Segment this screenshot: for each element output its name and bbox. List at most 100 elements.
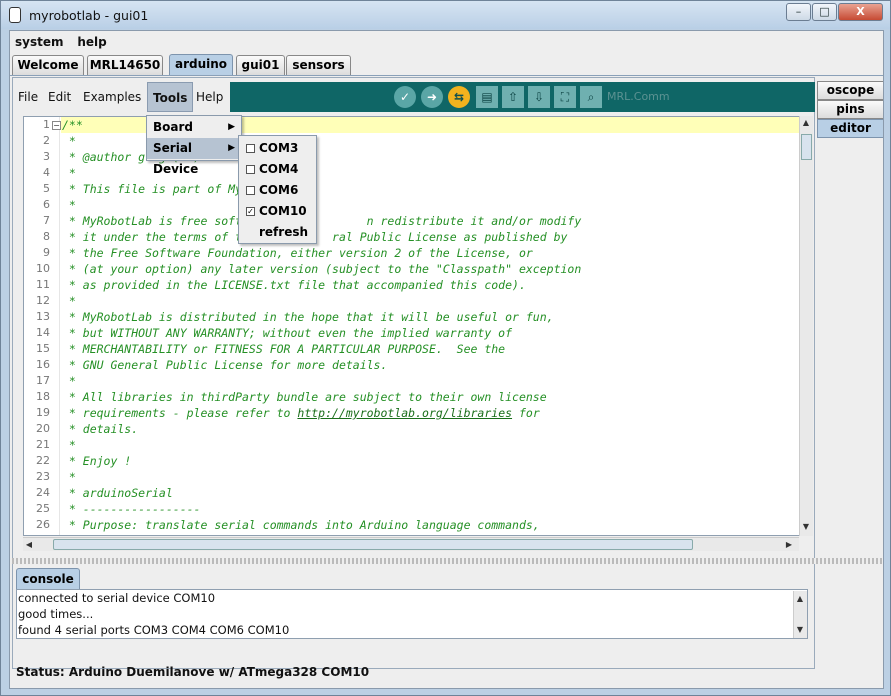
code-text: * MERCHANTABILITY or FITNESS FOR A PARTI…	[62, 342, 506, 356]
main-content: system help Welcome MRL14650 arduino gui…	[9, 30, 884, 689]
connect-icon[interactable]: ⇆	[448, 86, 470, 108]
console-line: found 4 serial ports COM3 COM4 COM6 COM1…	[18, 623, 290, 637]
line-number: 16	[36, 358, 50, 371]
code-line: 6 *	[24, 197, 794, 213]
menu-system[interactable]: system	[10, 31, 69, 49]
menu-item-refresh[interactable]: refresh	[239, 222, 316, 243]
title-bar[interactable]: myrobotlab - gui01 – □ X	[1, 1, 890, 29]
editor-horizontal-scrollbar[interactable]: ◀ ▶	[23, 537, 799, 551]
code-text: * All libraries in thirdParty bundle are…	[62, 390, 547, 404]
upload-arrow-icon[interactable]: ➜	[421, 86, 443, 108]
tab-oscope[interactable]: oscope	[817, 81, 883, 100]
serial-monitor-icon[interactable]: ⌕	[580, 86, 602, 108]
code-text: * arduinoSerial	[62, 486, 173, 500]
menu-item-com6[interactable]: COM6	[239, 180, 316, 201]
code-text: *	[62, 294, 76, 308]
line-number: 10	[36, 262, 50, 275]
code-text: * MyRobotLab is distributed in the hope …	[62, 310, 554, 324]
minimize-button[interactable]: –	[786, 3, 811, 21]
tab-pins[interactable]: pins	[817, 100, 883, 119]
line-number: 6	[43, 198, 50, 211]
console-scrollbar[interactable]: ▲ ▼	[793, 591, 807, 638]
menu-help[interactable]: help	[72, 31, 111, 49]
toolbar-label: MRL.Comm	[607, 90, 670, 103]
menu-item-board[interactable]: Board ▶	[147, 117, 241, 138]
tab-editor[interactable]: editor	[817, 119, 883, 138]
scroll-left-icon[interactable]: ◀	[23, 538, 35, 552]
scroll-right-icon[interactable]: ▶	[783, 538, 795, 552]
menu-edit[interactable]: Edit	[48, 82, 71, 112]
menu-tools[interactable]: Tools	[147, 82, 194, 112]
tab-mrl14650[interactable]: MRL14650	[87, 55, 163, 75]
code-text: * details.	[62, 422, 139, 436]
verify-icon[interactable]: ✓	[394, 86, 416, 108]
code-segment: * requirements - please refer to	[62, 406, 298, 420]
menu-item-com10[interactable]: ✓ COM10	[239, 201, 316, 222]
menu-item-com4[interactable]: COM4	[239, 159, 316, 180]
menu-item-com3[interactable]: COM3	[239, 138, 316, 159]
code-line: 8 * it under the terms of th ral Public …	[24, 229, 794, 245]
menu-bar: system help	[10, 31, 883, 54]
save-icon[interactable]: ⇩	[528, 86, 550, 108]
line-number: 13	[36, 310, 50, 323]
hscroll-thumb[interactable]	[53, 539, 693, 550]
menu-file[interactable]: File	[18, 82, 38, 112]
split-pane-divider[interactable]	[12, 558, 883, 564]
console-output: connected to serial device COM10 good ti…	[16, 589, 808, 639]
checkbox-icon	[246, 186, 255, 195]
tab-arduino[interactable]: arduino	[169, 54, 233, 76]
open-icon[interactable]: ⇧	[502, 86, 524, 108]
code-text: *	[62, 198, 76, 212]
console-scroll-up-icon[interactable]: ▲	[794, 592, 806, 606]
tab-sensors[interactable]: sensors	[286, 55, 351, 75]
line-number: 27	[24, 533, 50, 535]
line-number: 26	[36, 518, 50, 531]
code-line: 24 * arduinoSerial	[24, 485, 794, 501]
code-line: 18 * All libraries in thirdParty bundle …	[24, 389, 794, 405]
editor-vertical-scrollbar[interactable]: ▲ ▼	[799, 116, 813, 536]
tab-console[interactable]: console	[16, 568, 80, 589]
code-text: * MyRobotLab is free softw n redistribut…	[62, 214, 582, 228]
submenu-arrow-icon: ▶	[228, 122, 235, 132]
scroll-up-icon[interactable]: ▲	[800, 116, 812, 130]
tools-dropdown-menu: Board ▶ Serial Device ▶	[146, 115, 242, 176]
code-text: *	[62, 374, 76, 388]
close-button[interactable]: X	[838, 3, 883, 21]
line-number: 22	[36, 454, 50, 467]
serial-device-submenu: COM3 COM4 COM6 ✓ COM10 refresh	[238, 135, 317, 244]
code-text: * GNU General Public License for more de…	[62, 358, 388, 372]
code-line: 1 /**	[24, 117, 794, 133]
scroll-thumb[interactable]	[801, 134, 812, 160]
menu-help-arduino[interactable]: Help	[196, 82, 223, 112]
code-text: *	[62, 438, 76, 452]
tab-gui01[interactable]: gui01	[236, 55, 285, 75]
code-text: * This file is part of MyR	[62, 182, 249, 196]
new-file-icon[interactable]: ▤	[476, 86, 498, 108]
scroll-down-icon[interactable]: ▼	[800, 520, 812, 534]
console-scroll-down-icon[interactable]: ▼	[794, 623, 806, 637]
window-title: myrobotlab - gui01	[29, 8, 149, 23]
line-number: 4	[43, 166, 50, 179]
code-line: 12 *	[24, 293, 794, 309]
code-editor[interactable]: − 1/** 2 * 3 * @author greg (at) m4 * 5 * T…	[23, 116, 807, 536]
fullscreen-icon[interactable]: ⛶	[554, 86, 576, 108]
code-text: * requirements - please refer to http://…	[62, 405, 540, 421]
code-text: * (at your option) any later version (su…	[62, 262, 582, 276]
code-text: *	[62, 134, 76, 148]
line-number: 15	[36, 342, 50, 355]
maximize-button[interactable]: □	[812, 3, 837, 21]
line-number: 19	[36, 406, 50, 419]
line-number: 3	[43, 150, 50, 163]
refresh-label: refresh	[259, 225, 309, 239]
menu-item-serial-device[interactable]: Serial Device ▶	[147, 138, 241, 176]
line-number: 5	[43, 182, 50, 195]
code-line: 5 * This file is part of MyR	[24, 181, 794, 197]
line-number: 1	[43, 118, 50, 131]
checkbox-icon	[246, 165, 255, 174]
code-link[interactable]: http://myrobotlab.org/libraries	[297, 406, 512, 420]
tab-welcome[interactable]: Welcome	[12, 55, 84, 75]
status-bar: Status: Arduino Duemilanove w/ ATmega328…	[16, 665, 370, 679]
menu-examples[interactable]: Examples	[83, 82, 141, 112]
serial-device-label: Serial Device	[153, 141, 199, 176]
code-text: * mostly relating to IO. This would allo…	[62, 533, 540, 535]
